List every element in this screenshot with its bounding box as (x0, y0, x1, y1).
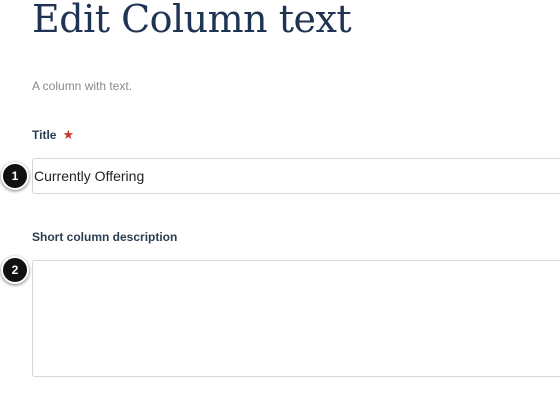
required-star-icon: ★ (62, 127, 75, 142)
title-label-text: Title (32, 128, 57, 142)
edit-column-page: Edit Column text A column with text. Tit… (0, 0, 560, 410)
page-title: Edit Column text (32, 0, 352, 41)
step-callout-1: 1 (1, 162, 29, 190)
short-description-label: Short column description (32, 230, 178, 244)
title-input[interactable] (32, 158, 560, 194)
short-description-textarea[interactable] (32, 260, 560, 377)
page-description: A column with text. (32, 79, 133, 93)
title-field-label: Title ★ (32, 127, 74, 143)
step-callout-2: 2 (1, 256, 29, 284)
